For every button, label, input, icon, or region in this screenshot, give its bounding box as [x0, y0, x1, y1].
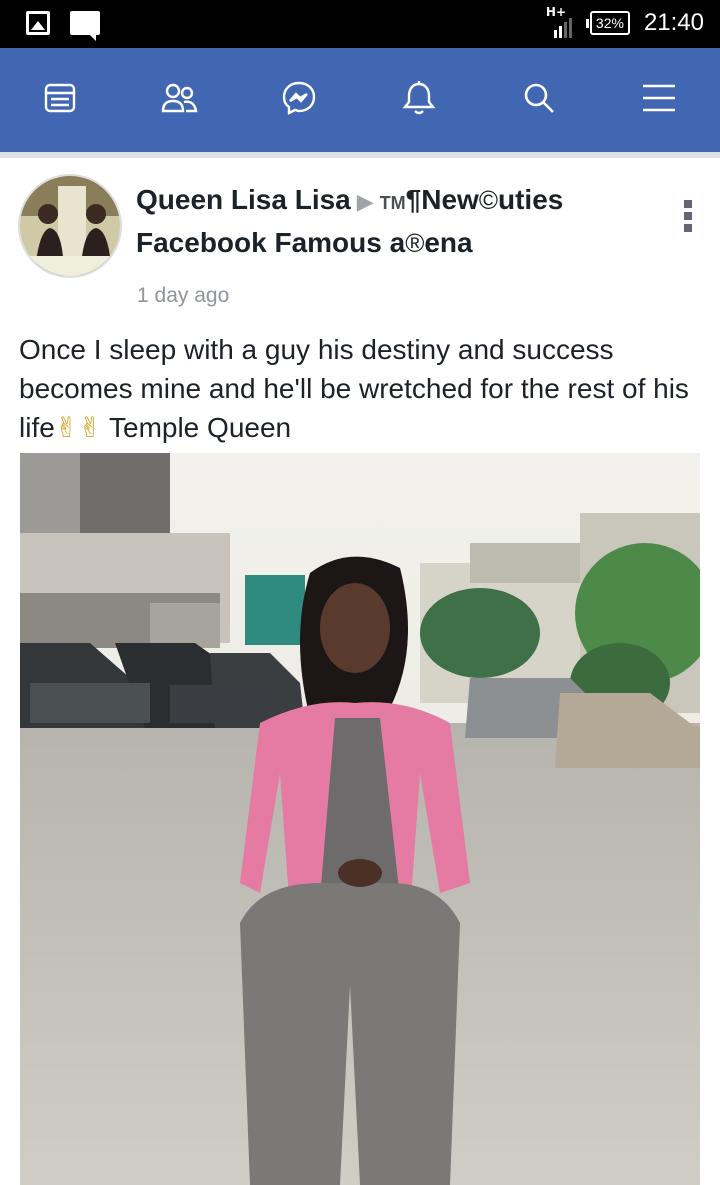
friends-icon[interactable]: [159, 78, 199, 118]
author-avatar[interactable]: [18, 174, 122, 278]
post-text: Once I sleep with a guy his destiny and …: [19, 330, 699, 447]
signal-icon: H+: [546, 6, 580, 40]
group-name-part[interactable]: ena: [424, 227, 472, 258]
news-feed-icon[interactable]: [40, 78, 80, 118]
post-timestamp[interactable]: 1 day ago: [137, 284, 229, 308]
clock: 21:40: [643, 9, 704, 36]
notifications-bell-icon[interactable]: [399, 78, 439, 118]
post-photo[interactable]: [20, 453, 700, 1185]
post-options-icon[interactable]: [684, 200, 694, 232]
group-copyright-symbol[interactable]: ©: [479, 185, 498, 215]
message-notification-icon: [70, 11, 100, 41]
group-name-part[interactable]: uties: [498, 184, 563, 215]
post-card: Queen Lisa Lisa ▶ TM¶New©uties Facebook Fam…: [0, 158, 720, 1185]
group-name-part[interactable]: Facebook Famous a: [136, 227, 405, 258]
messenger-icon[interactable]: [279, 78, 319, 118]
gallery-notification-icon: [26, 11, 50, 35]
battery-level: 32%: [585, 11, 630, 35]
group-name-part[interactable]: ¶New: [406, 184, 479, 215]
network-type: H+: [545, 5, 567, 19]
post-text-tail: Temple Queen: [101, 412, 292, 443]
status-bar: H+ 32% 21:40: [0, 0, 720, 48]
shared-to-arrow-icon: ▶: [356, 189, 374, 214]
victory-hand-emoji: ✌✌: [54, 412, 102, 443]
group-registered-symbol[interactable]: ®: [405, 228, 424, 258]
post-header: Queen Lisa Lisa ▶ TM¶New©uties Facebook Fam…: [136, 180, 656, 263]
group-tm-mark[interactable]: TM: [380, 193, 406, 213]
top-navigation-bar: [0, 48, 720, 152]
author-name[interactable]: Queen Lisa Lisa: [136, 184, 351, 215]
search-icon[interactable]: [519, 78, 559, 118]
menu-icon[interactable]: [639, 78, 679, 118]
